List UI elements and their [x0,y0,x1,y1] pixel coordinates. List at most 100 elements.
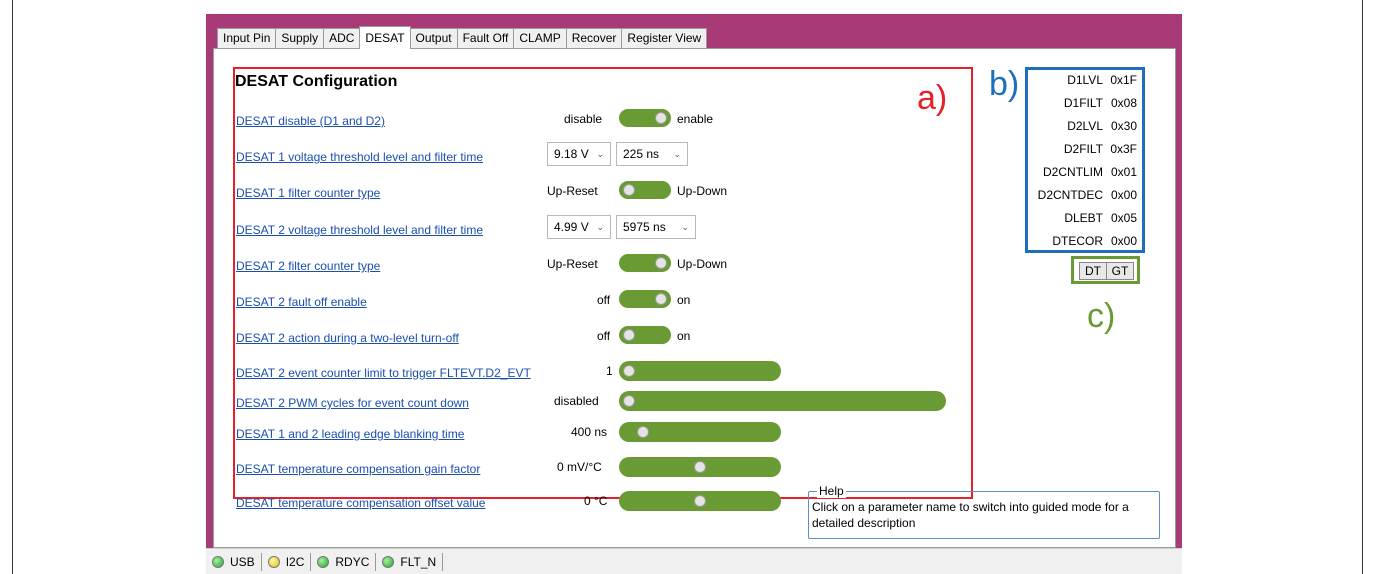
param-link[interactable]: DESAT 2 voltage threshold level and filt… [236,223,483,237]
row-leading-edge: DESAT 1 and 2 leading edge blanking time… [214,422,974,444]
pwm-cycles-slider[interactable] [619,391,946,411]
slider-knob[interactable] [694,495,706,507]
toggle-knob[interactable] [655,257,667,269]
slider-value: 400 ns [571,425,608,439]
tab-clamp[interactable]: CLAMP [513,28,567,48]
row-desat1-counter: DESAT 1 filter counter type Up-Reset Up-… [214,181,974,203]
tab-desat[interactable]: DESAT [359,26,411,49]
toggle-right-label: on [677,329,691,343]
param-link[interactable]: DESAT disable (D1 and D2) [236,114,385,128]
slider-value: disabled [554,394,599,408]
select-value: 5975 ns [623,220,666,234]
temp-gain-slider[interactable] [619,457,781,477]
register-row: DLEBT 0x05 [1064,211,1137,225]
chevron-down-icon: ⌄ [596,149,604,159]
param-link[interactable]: DESAT 2 PWM cycles for event count down [236,396,469,410]
register-row: D2CNTDEC 0x00 [1038,188,1137,202]
tab-adc[interactable]: ADC [323,28,361,48]
param-link[interactable]: DESAT temperature compensation offset va… [236,496,485,510]
register-name: D1FILT [1063,96,1103,110]
toggle-right-label: Up-Down [677,257,728,271]
section-title: DESAT Configuration [235,73,398,90]
param-link[interactable]: DESAT 2 filter counter type [236,259,380,273]
toggle-knob[interactable] [623,329,635,341]
tab-register-view[interactable]: Register View [621,28,708,48]
toggle-knob[interactable] [623,184,635,196]
tab-input-pin[interactable]: Input Pin [217,28,277,48]
row-desat-disable: DESAT disable (D1 and D2) disable enable [214,109,974,131]
desat2-time-select[interactable]: 5975 ns ⌄ [616,215,696,239]
desat2-voltage-select[interactable]: 4.99 V ⌄ [547,215,611,239]
status-usb: USB [210,552,262,571]
app-window: Input Pin Supply ADC DESAT Output Fault … [206,14,1182,574]
status-led-icon [317,555,330,568]
gt-button[interactable]: GT [1106,262,1134,280]
chevron-down-icon: ⌄ [673,149,681,159]
desat1-counter-toggle[interactable] [619,181,671,199]
param-link[interactable]: DESAT 2 fault off enable [236,295,367,309]
desat1-time-select[interactable]: 225 ns ⌄ [616,142,688,166]
row-desat2-action: DESAT 2 action during a two-level turn-o… [214,326,974,348]
param-link[interactable]: DESAT 2 action during a two-level turn-o… [236,331,459,345]
leading-edge-slider[interactable] [619,422,781,442]
param-link[interactable]: DESAT 1 filter counter type [236,186,380,200]
register-value: 0x30 [1110,119,1137,133]
event-limit-slider[interactable] [619,361,781,381]
desat1-voltage-select[interactable]: 9.18 V ⌄ [547,142,611,166]
register-name: DTECOR [1052,234,1103,248]
status-led-icon [212,555,224,568]
register-row: D2CNTLIM 0x01 [1043,165,1137,179]
row-desat2-threshold: DESAT 2 voltage threshold level and filt… [214,215,974,240]
register-row: D1LVL 0x1F [1067,73,1137,87]
register-name: D2CNTLIM [1042,165,1103,179]
status-label: RDYC [335,554,370,569]
status-label: FLT_N [400,554,437,569]
register-name: DLEBT [1064,211,1103,225]
row-temp-gain: DESAT temperature compensation gain fact… [214,457,974,479]
select-value: 225 ns [623,147,660,161]
toggle-left-label: off [597,293,611,307]
help-text: Click on a parameter name to switch into… [812,500,1129,530]
param-link[interactable]: DESAT 1 voltage threshold level and filt… [236,150,483,164]
slider-knob[interactable] [623,395,635,407]
desat2-counter-toggle[interactable] [619,254,671,272]
annotation-box-c: DT GT [1071,256,1140,284]
tab-supply[interactable]: Supply [275,28,325,48]
desat2-fault-off-toggle[interactable] [619,290,671,308]
dt-button[interactable]: DT [1079,262,1107,280]
register-row: DTECOR 0x00 [1052,234,1137,248]
slider-value: 1 [606,364,613,378]
annotation-c: c) [1087,297,1116,335]
chevron-down-icon: ⌄ [596,222,604,232]
toggle-left-label: Up-Reset [547,184,598,198]
toggle-right-label: enable [677,112,714,126]
desat-disable-toggle[interactable] [619,109,671,127]
chevron-down-icon: ⌄ [681,222,689,232]
param-link[interactable]: DESAT 2 event counter limit to trigger F… [236,366,531,380]
slider-knob[interactable] [637,426,650,438]
register-value: 0x00 [1110,188,1137,202]
status-rdyc: RDYC [311,552,377,571]
slider-knob[interactable] [623,365,635,377]
param-link[interactable]: DESAT 1 and 2 leading edge blanking time [236,427,464,441]
help-box: Help Click on a parameter name to switch… [808,484,1160,539]
register-name: D2LVL [1067,119,1103,133]
tab-fault-off[interactable]: Fault Off [456,28,515,48]
slider-value: 0 mV/°C [557,460,602,474]
toggle-left-label: off [597,329,611,343]
select-value: 4.99 V [554,220,589,234]
desat2-action-toggle[interactable] [619,326,671,344]
toggle-left-label: disable [564,112,603,126]
tab-output[interactable]: Output [409,28,458,48]
slider-knob[interactable] [694,461,706,473]
param-link[interactable]: DESAT temperature compensation gain fact… [236,462,480,476]
toggle-knob[interactable] [655,293,667,305]
annotation-a: a) [917,79,948,117]
status-led-icon [382,555,395,568]
temp-offset-slider[interactable] [619,491,781,511]
toggle-knob[interactable] [655,112,667,124]
register-value: 0x01 [1110,165,1137,179]
tab-recover[interactable]: Recover [565,28,623,48]
toggle-left-label: Up-Reset [547,257,598,271]
desat-panel: DESAT Configuration DESAT disable (D1 an… [213,48,1176,548]
